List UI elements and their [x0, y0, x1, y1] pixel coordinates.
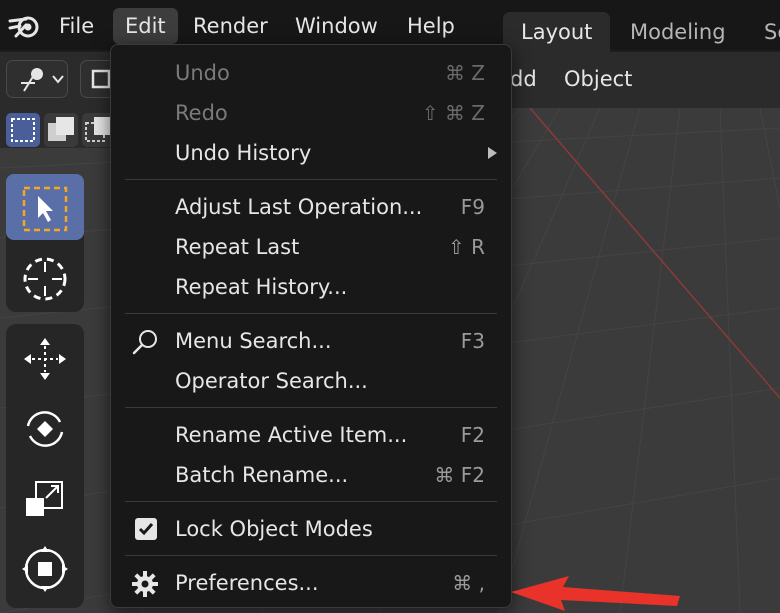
menu-item-undo[interactable]: Undo ⌘ Z	[111, 53, 511, 93]
menu-object[interactable]: Object	[564, 60, 632, 98]
top-menu-bar: File Edit Render Window Help Layout Mode…	[0, 0, 780, 52]
tool-move[interactable]	[6, 324, 84, 390]
menu-file[interactable]: File	[47, 8, 106, 44]
menu-item-operator-search[interactable]: Operator Search...	[111, 361, 511, 401]
edit-menu-dropdown: Undo ⌘ Z Redo ⇧ ⌘ Z Undo History Adjust …	[110, 44, 512, 608]
tool-transform[interactable]	[6, 534, 84, 600]
menu-item-undo-history[interactable]: Undo History	[111, 133, 511, 173]
menu-add[interactable]: dd	[510, 60, 537, 98]
annotation-arrow-icon	[511, 576, 680, 611]
select-extend-button[interactable]	[44, 113, 78, 147]
menu-item-menu-search[interactable]: Menu Search... F3	[111, 321, 511, 361]
gear-icon	[132, 571, 158, 597]
menu-render[interactable]: Render	[181, 8, 280, 44]
tab-layout[interactable]: Layout	[503, 12, 611, 52]
transform-icon	[22, 546, 68, 592]
toolbar-group-transform	[6, 324, 84, 608]
menu-item-preferences[interactable]: Preferences... ⌘ ,	[111, 563, 511, 603]
submenu-arrow-icon	[488, 147, 497, 159]
tool-select-box[interactable]	[6, 174, 84, 240]
menu-item-rename-active-item[interactable]: Rename Active Item... F2	[111, 415, 511, 455]
menu-item-redo[interactable]: Redo ⇧ ⌘ Z	[111, 93, 511, 133]
select-box-icon	[22, 186, 68, 232]
menu-separator	[125, 179, 497, 180]
tab-modeling[interactable]: Modeling	[612, 12, 744, 52]
select-new-button[interactable]	[6, 113, 40, 147]
rotate-icon	[26, 411, 64, 447]
menu-edit[interactable]: Edit	[113, 8, 178, 44]
tool-cursor[interactable]	[6, 244, 84, 310]
menu-item-repeat-last[interactable]: Repeat Last ⇧ R	[111, 227, 511, 267]
menu-item-batch-rename[interactable]: Batch Rename... ⌘ F2	[111, 455, 511, 495]
cursor-icon	[23, 257, 67, 301]
scale-icon	[26, 481, 63, 516]
toolbar-group-select	[6, 174, 84, 312]
move-icon	[24, 338, 66, 380]
menu-window[interactable]: Window	[283, 8, 390, 44]
tab-scripting[interactable]: Sc	[746, 12, 780, 52]
menu-item-lock-object-modes[interactable]: Lock Object Modes	[111, 509, 511, 549]
menu-help[interactable]: Help	[395, 8, 467, 44]
menu-separator	[125, 501, 497, 502]
menu-item-adjust-last-operation[interactable]: Adjust Last Operation... F9	[111, 187, 511, 227]
tool-rotate[interactable]	[6, 394, 84, 460]
blender-logo-icon[interactable]	[6, 8, 44, 44]
menu-separator	[125, 313, 497, 314]
search-icon	[132, 330, 157, 355]
menu-item-repeat-history[interactable]: Repeat History...	[111, 267, 511, 307]
menu-separator	[125, 407, 497, 408]
menu-separator	[125, 555, 497, 556]
object-interaction-mode-dropdown[interactable]	[6, 60, 68, 98]
checkbox-checked-icon[interactable]	[135, 518, 157, 540]
tool-scale[interactable]	[6, 464, 84, 530]
